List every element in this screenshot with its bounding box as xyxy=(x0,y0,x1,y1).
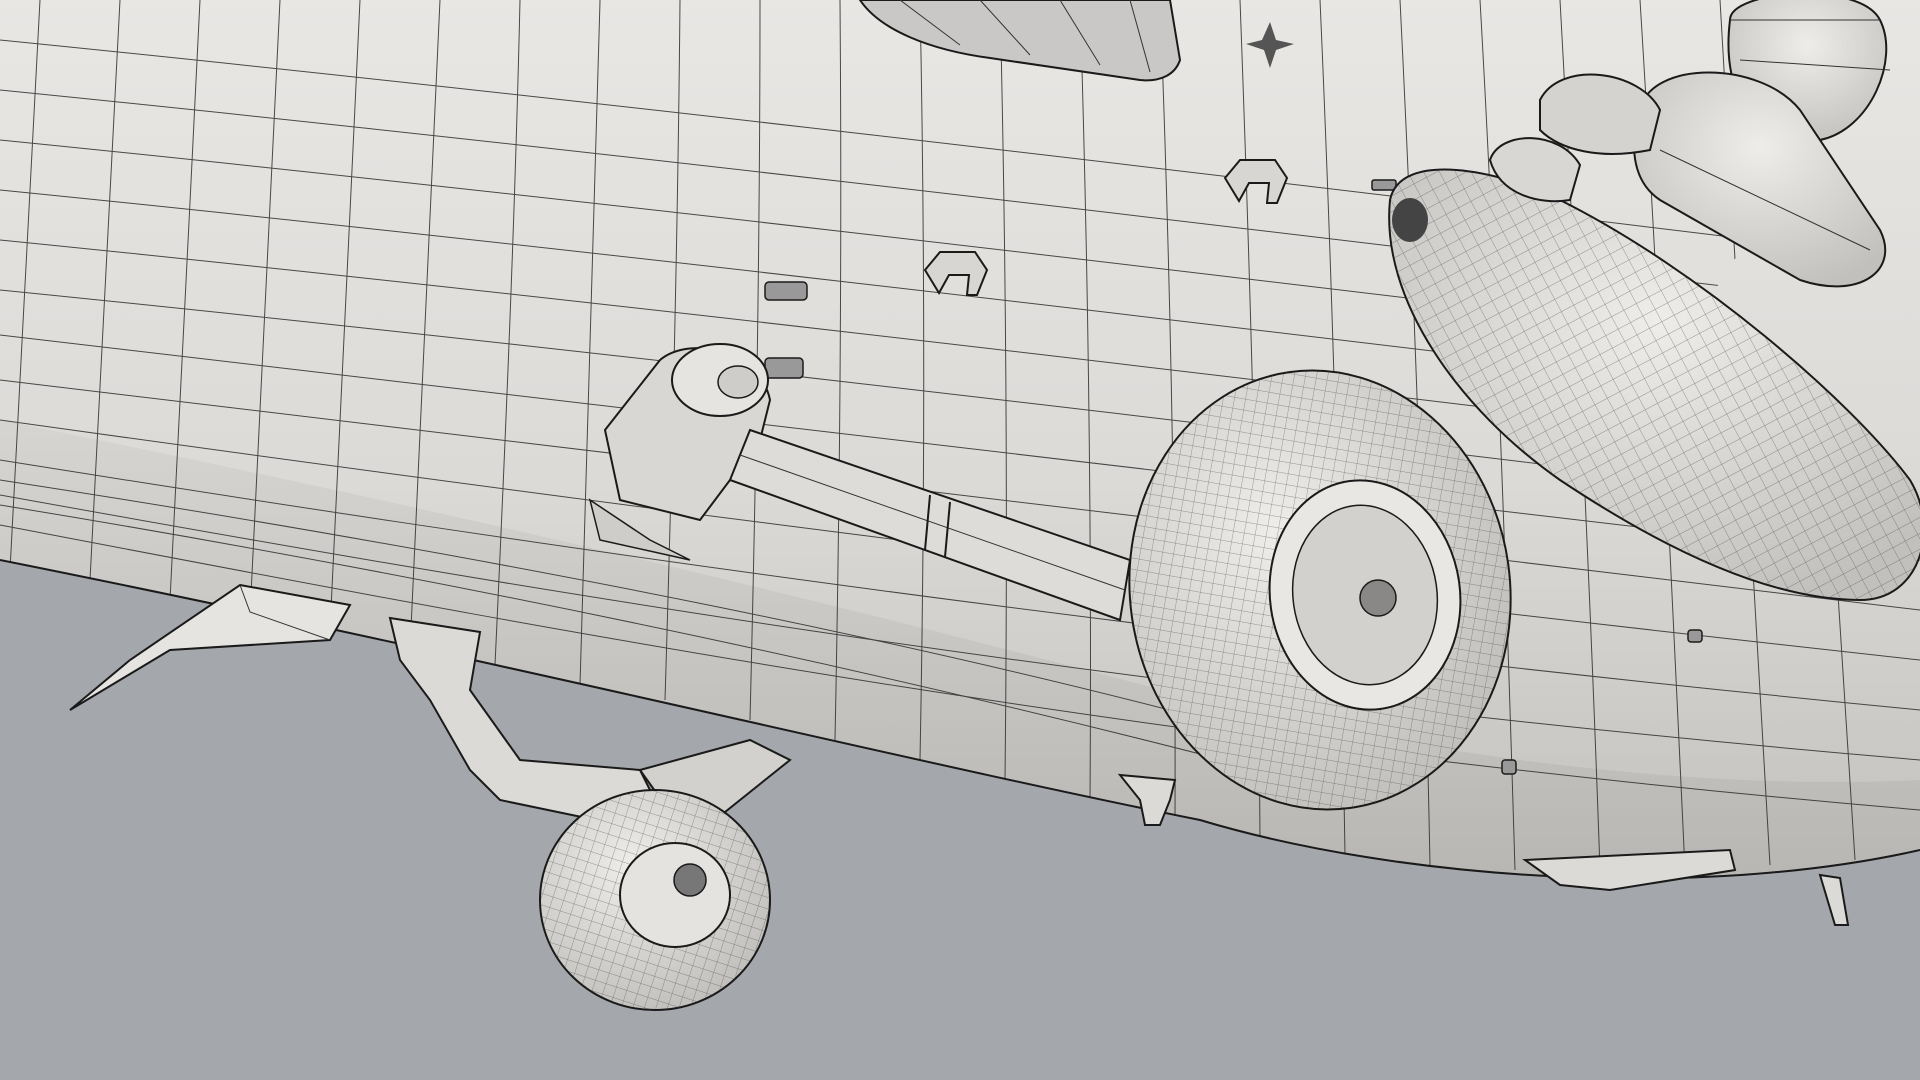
tank-nose-cap xyxy=(1392,198,1428,242)
3d-viewport[interactable] xyxy=(0,0,1920,1080)
wireframe-render xyxy=(0,0,1920,1011)
nose-wheel-hub xyxy=(619,842,731,948)
